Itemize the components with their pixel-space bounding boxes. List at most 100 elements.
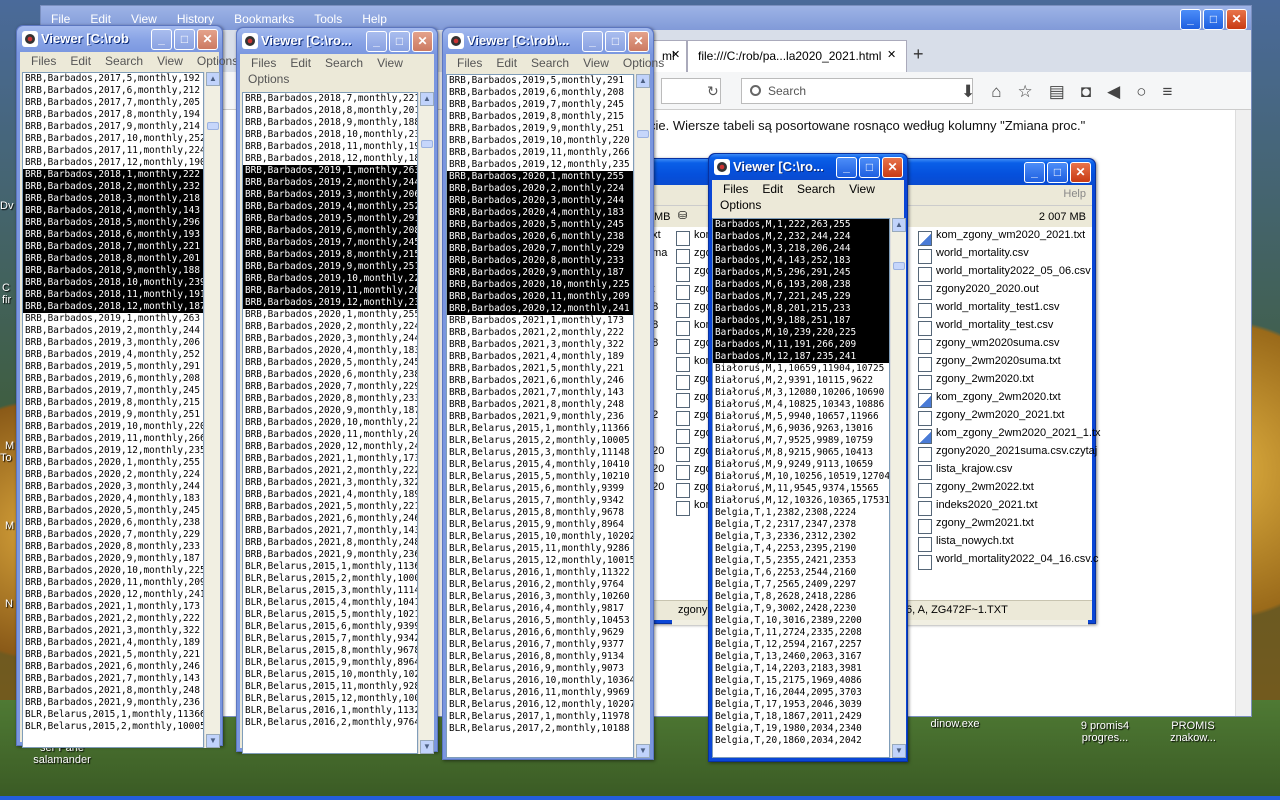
close-button[interactable]: ✕	[1226, 9, 1247, 30]
menu-view[interactable]: View	[842, 182, 882, 196]
viewer-text-pane[interactable]: BRB,Barbados,2019,5,monthly,291 BRB,Barba…	[446, 74, 634, 758]
minimize-button[interactable]: _	[366, 31, 387, 52]
vertical-scrollbar[interactable]: ▲ ▼	[418, 92, 434, 754]
scroll-thumb[interactable]	[637, 130, 649, 138]
file-item[interactable]: zgony_2wm2022.txt	[918, 481, 1034, 499]
close-button[interactable]: ✕	[1070, 162, 1091, 183]
maximize-button[interactable]: □	[859, 157, 880, 178]
menu-edit[interactable]: Edit	[283, 56, 318, 70]
close-button[interactable]: ✕	[882, 157, 903, 178]
scroll-up-arrow[interactable]: ▲	[636, 74, 650, 88]
scroll-down-arrow[interactable]: ▼	[636, 744, 650, 758]
scroll-up-arrow[interactable]: ▲	[420, 92, 434, 106]
menu-help[interactable]: Help	[1063, 188, 1086, 200]
file-item[interactable]: zgo	[676, 481, 712, 499]
scroll-thumb[interactable]	[893, 262, 905, 270]
menu-options[interactable]: Options	[616, 56, 671, 70]
desktop-icon-promis4[interactable]: 9 promis4 progres...	[1070, 720, 1140, 744]
menu-edit[interactable]: Edit	[755, 182, 790, 196]
file-item[interactable]: world_mortality2022_05_06.csv	[918, 265, 1091, 283]
menu-view[interactable]: View	[576, 56, 616, 70]
file-item[interactable]: zgo	[676, 283, 712, 301]
home-icon[interactable]: ⌂	[991, 82, 1001, 102]
menu-search[interactable]: Search	[318, 56, 370, 70]
desktop-icon-dinow[interactable]: dinow.exe	[920, 718, 990, 730]
menu-view[interactable]: View	[121, 12, 167, 26]
menu-edit[interactable]: Edit	[80, 12, 121, 26]
minimize-button[interactable]: _	[582, 31, 603, 52]
drive-icon[interactable]: ⛁	[678, 209, 687, 222]
file-item[interactable]: world_mortality_test.csv	[918, 319, 1053, 337]
bookmark-star-icon[interactable]: ☆	[1018, 82, 1033, 102]
file-item[interactable]: kom_zgony_wm2020_2021.txt	[918, 229, 1085, 247]
menu-options[interactable]: Options	[712, 198, 904, 216]
hamburger-menu-icon[interactable]: ≡	[1162, 82, 1172, 102]
menu-history[interactable]: History	[167, 12, 224, 26]
file-item[interactable]: zgo	[676, 247, 712, 265]
file-item[interactable]: zgo	[676, 409, 712, 427]
menu-files[interactable]: Files	[716, 182, 755, 196]
file-item[interactable]: world_mortality2022_04_16.csv.c	[918, 553, 1098, 571]
vertical-scrollbar[interactable]: ▲ ▼	[634, 74, 650, 758]
scroll-down-arrow[interactable]: ▼	[206, 734, 220, 748]
vertical-scrollbar[interactable]: ▲ ▼	[890, 218, 906, 758]
viewer-text-pane[interactable]: BRB,Barbados,2017,5,monthly,192 BRB,Barba…	[22, 72, 204, 748]
menu-search[interactable]: Search	[98, 54, 150, 68]
file-item[interactable]: zgo	[676, 373, 712, 391]
file-item[interactable]: zgony_2wm2021.txt	[918, 517, 1034, 535]
file-item[interactable]: zgony2020_2021suma.csv.czytaj	[918, 445, 1097, 463]
menu-file[interactable]: File	[41, 12, 80, 26]
menu-bookmarks[interactable]: Bookmarks	[224, 12, 304, 26]
close-button[interactable]: ✕	[628, 31, 649, 52]
menu-tools[interactable]: Tools	[304, 12, 352, 26]
file-item[interactable]: world_mortality.csv	[918, 247, 1029, 265]
file-item[interactable]: kom_zgony_2wm2020_2021_1.tx	[918, 427, 1101, 445]
taskbar[interactable]	[0, 796, 1280, 800]
send-icon[interactable]: ◀	[1107, 82, 1120, 102]
scroll-down-arrow[interactable]: ▼	[892, 744, 906, 758]
search-input[interactable]: Search	[741, 78, 973, 104]
file-item[interactable]: zgony_2wm2020suma.txt	[918, 355, 1061, 373]
file-item[interactable]: zgo	[676, 427, 712, 445]
menu-options[interactable]: Options	[240, 72, 434, 90]
scroll-up-arrow[interactable]: ▲	[206, 72, 220, 86]
new-tab-icon[interactable]: +	[913, 44, 924, 65]
maximize-button[interactable]: □	[389, 31, 410, 52]
minimize-button[interactable]: _	[1024, 162, 1045, 183]
minimize-button[interactable]: _	[151, 29, 172, 50]
menu-search[interactable]: Search	[524, 56, 576, 70]
file-item[interactable]: zgo	[676, 445, 712, 463]
file-item[interactable]: zgo	[676, 301, 712, 319]
maximize-button[interactable]: □	[1047, 162, 1068, 183]
vertical-scrollbar[interactable]: ▲ ▼	[204, 72, 220, 748]
download-icon[interactable]: ⬇	[961, 82, 975, 102]
scroll-thumb[interactable]	[421, 140, 433, 148]
clipboard-icon[interactable]: ▤	[1049, 82, 1065, 102]
file-item[interactable]: zgony_2wm2020_2021.txt	[918, 409, 1064, 427]
menu-files[interactable]: Files	[244, 56, 283, 70]
page-scrollbar[interactable]	[1235, 110, 1251, 716]
scroll-down-arrow[interactable]: ▼	[420, 740, 434, 754]
file-item[interactable]: indeks2020_2021.txt	[918, 499, 1038, 517]
file-item[interactable]: world_mortality_test1.csv	[918, 301, 1060, 319]
file-item[interactable]: zgo	[676, 265, 712, 283]
viewer-text-pane[interactable]: BRB,Barbados,2018,7,monthly,221 BRB,Barba…	[242, 92, 418, 754]
tab-close-icon[interactable]: ✕	[671, 48, 680, 61]
file-item[interactable]: zgo	[676, 463, 712, 481]
tab-active[interactable]: file:///C:/rob/pa...la2020_2021.html	[687, 40, 907, 72]
scroll-thumb[interactable]	[207, 122, 219, 130]
menu-view[interactable]: View	[150, 54, 190, 68]
tab-close-icon[interactable]: ✕	[887, 48, 896, 61]
menu-search[interactable]: Search	[790, 182, 842, 196]
menu-files[interactable]: Files	[24, 54, 63, 68]
maximize-button[interactable]: □	[174, 29, 195, 50]
maximize-button[interactable]: □	[605, 31, 626, 52]
viewer-text-pane[interactable]: Barbados,M,1,222,263,255 Barbados,M,2,232…	[712, 218, 890, 758]
menu-edit[interactable]: Edit	[63, 54, 98, 68]
file-item[interactable]: zgony_2wm2020.txt	[918, 373, 1034, 391]
file-item[interactable]: zgo	[676, 337, 712, 355]
menu-files[interactable]: Files	[450, 56, 489, 70]
file-item[interactable]: zgony2020_2020.out	[918, 283, 1039, 301]
file-item[interactable]: lista_krajow.csv	[918, 463, 1012, 481]
menu-view[interactable]: View	[370, 56, 410, 70]
